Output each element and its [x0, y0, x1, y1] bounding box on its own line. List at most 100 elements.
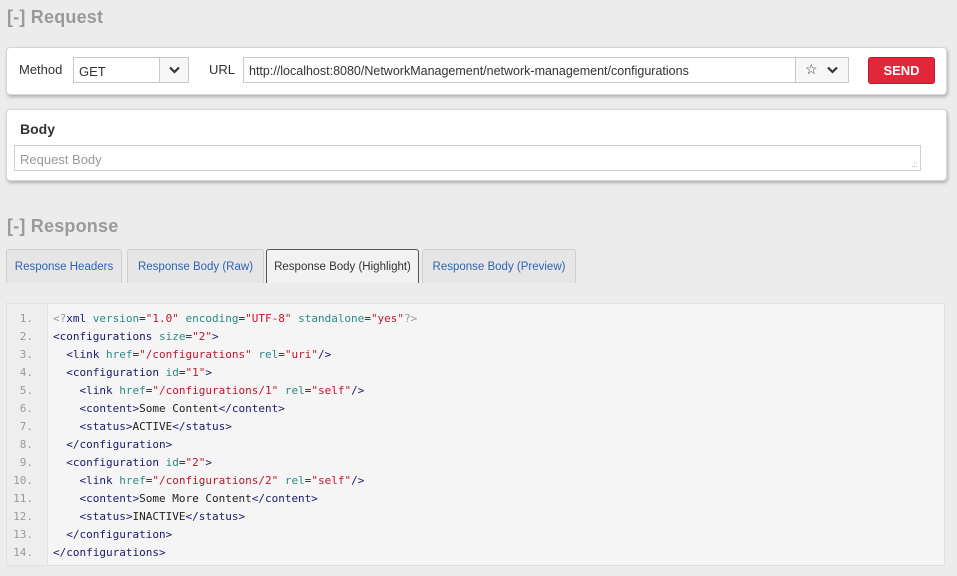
code-token: <status>: [79, 420, 133, 433]
code-token: href: [119, 474, 146, 487]
code-text: <content>Some Content</content>: [53, 400, 285, 418]
code-token: INACTIVE: [132, 510, 186, 523]
line-number: 14.: [13, 546, 33, 559]
line-number: 4.: [19, 366, 33, 379]
code-token: encoding: [185, 312, 239, 325]
method-dropdown-button[interactable]: [159, 58, 188, 82]
tab-response-body-raw[interactable]: Response Body (Raw): [127, 249, 264, 283]
code-token: <content>: [79, 402, 140, 415]
method-value: GET: [79, 64, 106, 79]
code-line: 4. <configuration id="1">: [7, 364, 937, 382]
code-token: "yes": [370, 312, 405, 325]
url-label: URL: [209, 62, 236, 77]
method-select[interactable]: GET: [73, 57, 189, 83]
code-text: <content>Some More Content</content>: [53, 490, 318, 508]
code-token: "self": [311, 474, 352, 487]
line-number: 13.: [13, 528, 33, 541]
code-token: "/configurations": [139, 348, 252, 361]
resize-grip-icon[interactable]: .::: [911, 161, 918, 169]
line-number: 10.: [13, 474, 33, 487]
tab-response-headers[interactable]: Response Headers: [6, 249, 122, 283]
line-number: 3.: [19, 348, 33, 361]
line-number: 9.: [19, 456, 33, 469]
code-token: "/configurations/1": [152, 384, 279, 397]
code-token: />: [351, 384, 365, 397]
code-token: <link: [79, 384, 120, 397]
response-title: Response: [30, 216, 119, 236]
code-token: "uri": [284, 348, 318, 361]
request-collapse-toggle[interactable]: [-]: [7, 7, 26, 27]
code-token: </content>: [251, 492, 318, 505]
url-input[interactable]: http://localhost:8080/NetworkManagement/…: [243, 57, 849, 83]
code-token: ?>: [404, 312, 418, 325]
code-token: "2": [185, 456, 206, 469]
star-icon[interactable]: ☆: [805, 61, 818, 78]
code-line: 5. <link href="/configurations/1" rel="s…: [7, 382, 937, 400]
code-token: </configuration>: [66, 528, 173, 541]
code-token: href: [106, 348, 133, 361]
code-text: <link href="/configurations/1" rel="self…: [53, 382, 365, 400]
code-text: <status>INACTIVE</status>: [53, 508, 246, 526]
code-token: />: [351, 474, 365, 487]
send-button[interactable]: SEND: [868, 57, 935, 84]
url-value[interactable]: http://localhost:8080/NetworkManagement/…: [249, 64, 689, 78]
code-token: =: [278, 348, 285, 361]
code-token: version: [92, 312, 140, 325]
tab-response-body-preview[interactable]: Response Body (Preview): [422, 249, 576, 283]
code-token: Some More Content: [139, 492, 252, 505]
code-text: </configuration>: [53, 526, 172, 544]
code-text: <?xml version="1.0" encoding="UTF-8" sta…: [53, 310, 417, 328]
url-tools: ☆: [795, 58, 848, 82]
request-section-header[interactable]: [-] Request: [7, 7, 103, 28]
code-token: >: [205, 456, 212, 469]
code-text: <status>ACTIVE</status>: [53, 418, 232, 436]
code-token: />: [317, 348, 332, 361]
code-token: </status>: [172, 420, 232, 433]
code-line: 1. <?xml version="1.0" encoding="UTF-8" s…: [7, 310, 937, 328]
code-line: 12. <status>INACTIVE</status>: [7, 508, 937, 526]
code-line: 2. <configurations size="2">: [7, 328, 937, 346]
code-line: 8. </configuration>: [7, 436, 937, 454]
code-token: id: [165, 456, 179, 469]
line-number: 6.: [19, 402, 33, 415]
code-token: <content>: [79, 492, 140, 505]
code-token: "2": [192, 330, 212, 343]
code-token: href: [119, 384, 146, 397]
code-text: <configuration id="1">: [53, 364, 212, 382]
request-body-placeholder: Request Body: [20, 152, 102, 167]
response-body-code[interactable]: 1. <?xml version="1.0" encoding="UTF-8" s…: [6, 303, 945, 566]
code-token: standalone: [298, 312, 365, 325]
code-line: 10. <link href="/configurations/2" rel="…: [7, 472, 937, 490]
code-token: <configuration: [66, 366, 166, 379]
code-token: "self": [311, 384, 352, 397]
code-text: </configuration>: [53, 436, 172, 454]
response-section-header[interactable]: [-] Response: [7, 216, 118, 237]
code-token: </content>: [218, 402, 285, 415]
code-token: <?: [53, 312, 67, 325]
body-label: Body: [20, 121, 55, 137]
code-token: <status>: [79, 510, 133, 523]
line-number: 7.: [19, 420, 33, 433]
request-body-textarea[interactable]: Request Body .::: [14, 145, 921, 171]
code-line: 14. </configurations>: [7, 544, 937, 562]
response-collapse-toggle[interactable]: [-]: [7, 216, 26, 236]
code-line: 9. <configuration id="2">: [7, 454, 937, 472]
line-number: 2.: [19, 330, 33, 343]
request-panel: Method GET URL http://localhost:8080/Net…: [6, 47, 947, 95]
tab-response-body-highlight[interactable]: Response Body (Highlight): [266, 249, 419, 283]
code-token: "1.0": [145, 312, 179, 325]
code-line: 7. <status>ACTIVE</status>: [7, 418, 937, 436]
chevron-down-icon[interactable]: [827, 63, 838, 77]
code-token: <configurations: [53, 330, 159, 343]
code-token: rel: [284, 474, 305, 487]
request-title: Request: [30, 7, 104, 27]
